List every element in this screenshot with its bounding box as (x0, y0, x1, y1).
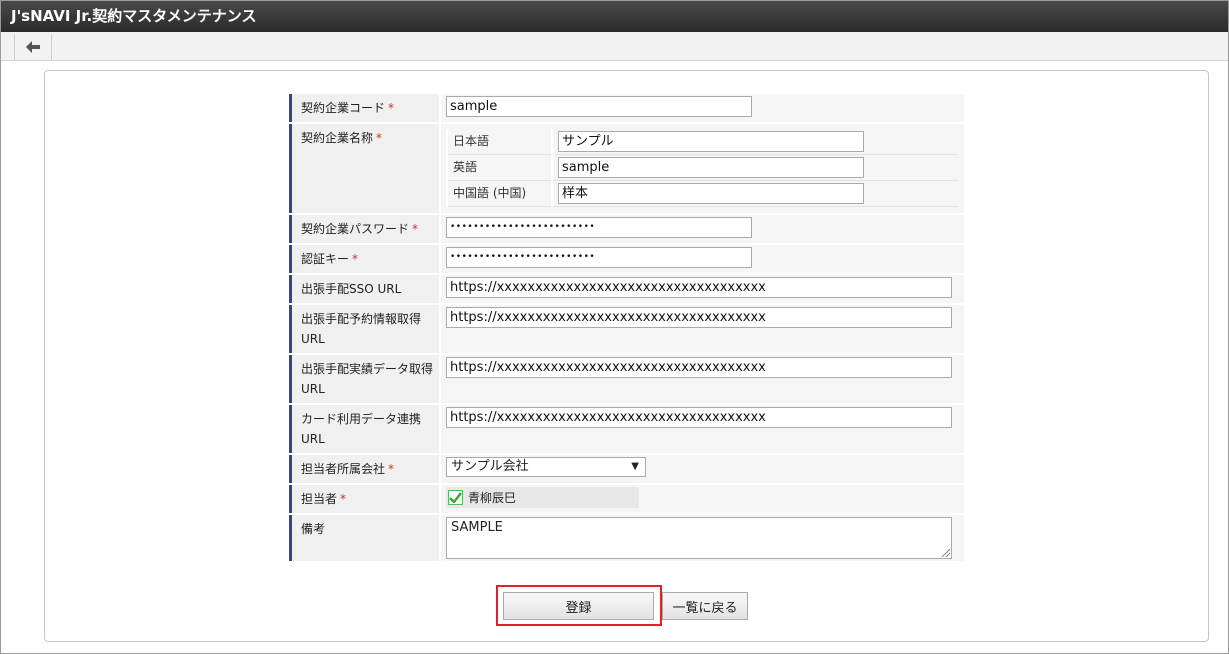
row-sso-url: 出張手配SSO URL https://xxxxxxxxxxxxxxxxxxxx… (289, 275, 964, 303)
company-select[interactable]: サンプル会社 ▼ (446, 457, 646, 477)
required-mark: * (340, 492, 347, 506)
company-name-ja-input[interactable]: サンプル (558, 131, 864, 152)
lang-label-en: 英語 (446, 154, 552, 181)
back-button[interactable] (14, 34, 52, 60)
row-password: 契約企業パスワード * ••••••••••••••••••••••••• (289, 215, 964, 243)
company-label: 担当者所属会社 (301, 462, 386, 476)
required-mark: * (412, 222, 419, 236)
password-input[interactable]: ••••••••••••••••••••••••• (446, 217, 752, 238)
company-name-languages: 日本語 サンプル 英語 sample 中国語 (中国) 样本 (446, 129, 958, 207)
row-card-url: カード利用データ連携URL https://xxxxxxxxxxxxxxxxxx… (289, 405, 964, 453)
resize-handle-icon[interactable] (942, 549, 950, 557)
row-results-url: 出張手配実績データ取得URL https://xxxxxxxxxxxxxxxxx… (289, 355, 964, 403)
person-label: 担当者 (301, 492, 338, 506)
card-url-label: カード利用データ連携URL (289, 405, 439, 453)
lang-row-ja: 日本語 サンプル (446, 129, 958, 155)
reservation-url-label: 出張手配予約情報取得URL (289, 305, 439, 353)
company-code-label: 契約企業コード (301, 101, 386, 115)
row-person: 担当者 * 青柳辰巳 (289, 485, 964, 513)
sso-url-input[interactable]: https://xxxxxxxxxxxxxxxxxxxxxxxxxxxxxxxx… (446, 277, 952, 298)
card-url-input[interactable]: https://xxxxxxxxxxxxxxxxxxxxxxxxxxxxxxxx… (446, 407, 952, 428)
row-auth-key: 認証キー * ••••••••••••••••••••••••• (289, 245, 964, 273)
toolbar (1, 32, 1228, 61)
auth-key-input[interactable]: ••••••••••••••••••••••••• (446, 247, 752, 268)
row-remarks: 備考 SAMPLE (289, 515, 964, 561)
company-name-label: 契約企業名称 (301, 131, 374, 145)
person-name: 青柳辰巳 (468, 491, 517, 505)
company-name-zh-input[interactable]: 样本 (558, 183, 864, 204)
row-reservation-url: 出張手配予約情報取得URL https://xxxxxxxxxxxxxxxxxx… (289, 305, 964, 353)
lang-label-zh: 中国語 (中国) (446, 180, 552, 207)
remarks-textarea[interactable]: SAMPLE (446, 517, 952, 559)
window-title: J'sNAVI Jr.契約マスタメンテナンス (1, 1, 1228, 32)
dropdown-arrow-icon: ▼ (631, 461, 639, 472)
row-company-name: 契約企業名称 * 日本語 サンプル 英語 sample 中国語 (中国) 样本 (289, 124, 964, 213)
checkbox-checked-icon[interactable] (448, 490, 463, 505)
back-to-list-button[interactable]: 一覧に戻る (662, 592, 748, 620)
remarks-label: 備考 (289, 515, 439, 561)
lang-label-ja: 日本語 (446, 129, 552, 155)
sso-url-label: 出張手配SSO URL (289, 275, 439, 303)
auth-key-label: 認証キー (301, 252, 350, 266)
row-company-code: 契約企業コード * sample (289, 94, 964, 122)
company-select-value: サンプル会社 (451, 459, 529, 474)
required-mark: * (352, 252, 359, 266)
required-mark: * (388, 462, 395, 476)
lang-row-zh: 中国語 (中国) 样本 (446, 180, 958, 207)
results-url-label: 出張手配実績データ取得URL (289, 355, 439, 403)
register-button[interactable]: 登録 (503, 592, 654, 620)
required-mark: * (388, 101, 395, 115)
password-label: 契約企業パスワード (301, 222, 410, 236)
reservation-url-input[interactable]: https://xxxxxxxxxxxxxxxxxxxxxxxxxxxxxxxx… (446, 307, 952, 328)
row-company: 担当者所属会社 * サンプル会社 ▼ (289, 455, 964, 483)
contract-form: 契約企業コード * sample 契約企業名称 * 日本語 サンプル 英語 samp… (289, 92, 964, 563)
results-url-input[interactable]: https://xxxxxxxxxxxxxxxxxxxxxxxxxxxxxxxx… (446, 357, 952, 378)
company-code-input[interactable]: sample (446, 96, 752, 117)
person-selection[interactable]: 青柳辰巳 (446, 487, 639, 508)
arrow-left-icon (26, 41, 40, 53)
remarks-value: SAMPLE (451, 520, 503, 535)
lang-row-en: 英語 sample (446, 154, 958, 181)
company-name-en-input[interactable]: sample (558, 157, 864, 178)
required-mark: * (376, 131, 383, 145)
